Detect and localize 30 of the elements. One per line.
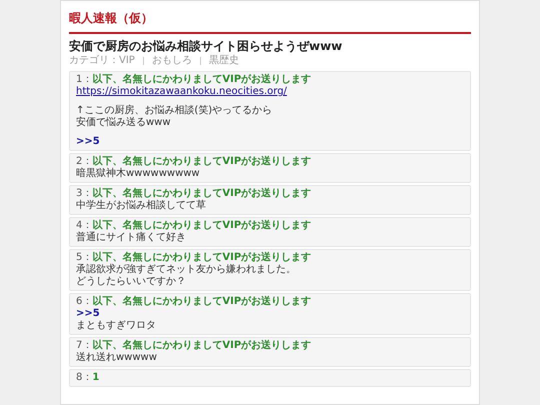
reply-anchor-link[interactable]: >>5 bbox=[76, 308, 100, 320]
poster-name: 1 bbox=[92, 372, 100, 384]
post-text: ↑ここの厨房、お悩み相談(笑)やってるから bbox=[76, 105, 272, 116]
post-text: 中学生がお悩み相談してて草 bbox=[76, 200, 206, 212]
poster-name: 以下、名無しにかわりましてVIPがお送りします bbox=[92, 156, 312, 168]
post-text: 暗黒獄神木wwwwwwwww bbox=[76, 168, 200, 180]
comment-number: 1： bbox=[76, 74, 92, 86]
poster-name: 以下、名無しにかわりましてVIPがお送りします bbox=[92, 296, 312, 308]
poster-name: 以下、名無しにかわりましてVIPがお送りします bbox=[92, 220, 312, 232]
post-text: 承認欲求が強すぎてネット友から嫌われました。 bbox=[76, 264, 296, 276]
post-text: 安価で悩み送るwww bbox=[76, 117, 171, 129]
comment-number: 8： bbox=[76, 372, 92, 384]
reply-anchor-link[interactable]: >>5 bbox=[76, 136, 100, 148]
comment-number: 4： bbox=[76, 220, 92, 232]
post-text: 送れ送れwwwww bbox=[76, 352, 157, 364]
comment-number: 5： bbox=[76, 252, 92, 264]
comment-number: 2： bbox=[76, 156, 92, 168]
site-title[interactable]: 暇人速報（仮） bbox=[69, 11, 153, 25]
comment-number: 7： bbox=[76, 340, 92, 352]
poster-name: 以下、名無しにかわりましてVIPがお送りします bbox=[92, 340, 312, 352]
post-text: 普通にサイト痛くて好き bbox=[76, 232, 186, 244]
comment-number: 3： bbox=[76, 188, 92, 200]
poster-name: 以下、名無しにかわりましてVIPがお送りします bbox=[92, 74, 312, 86]
post-text: どうしたらいいですか？ bbox=[76, 276, 186, 288]
comment-number: 6： bbox=[76, 296, 92, 308]
post-text: まともすぎワロタ bbox=[76, 320, 156, 332]
article-title: 安価で厨房のお悩み相談サイト困らせようぜwww bbox=[69, 39, 344, 54]
poster-name: 以下、名無しにかわりましてVIPがお送りします bbox=[92, 252, 312, 264]
poster-name: 以下、名無しにかわりましてVIPがお送りします bbox=[92, 188, 312, 200]
url-link[interactable]: https://simokitazawaankoku.neocities.org/ bbox=[76, 86, 287, 98]
